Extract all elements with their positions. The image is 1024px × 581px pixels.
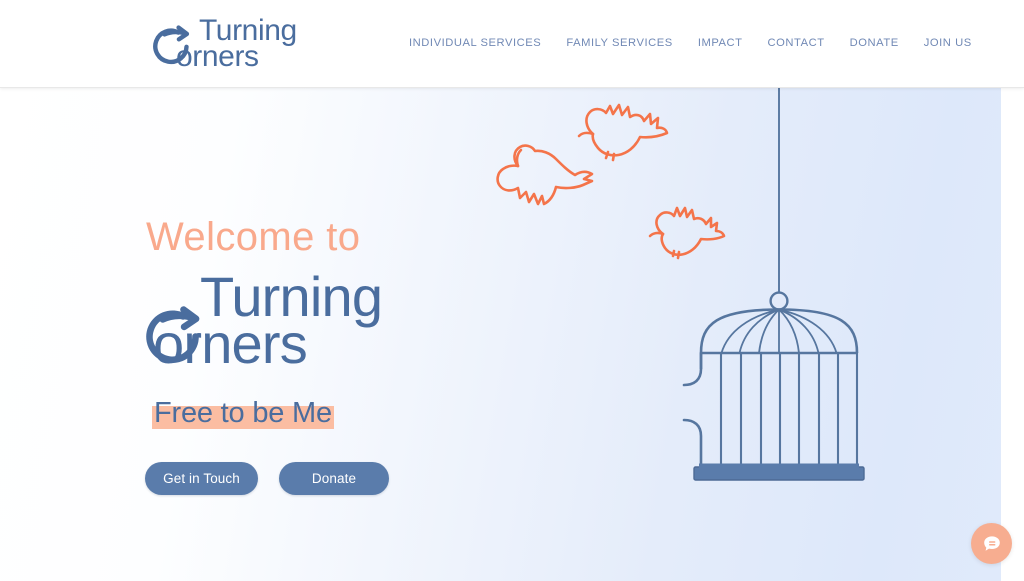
cage-base <box>693 466 865 481</box>
cage-hanging-ring <box>769 291 789 311</box>
birdcage-icon <box>682 308 865 481</box>
chat-widget-button[interactable] <box>971 523 1012 564</box>
nav-item-impact[interactable]: IMPACT <box>698 37 743 49</box>
nav-item-donate[interactable]: DONATE <box>850 37 899 49</box>
hero-buttons: Get in Touch Donate <box>145 462 564 496</box>
nav-item-family-services[interactable]: FAMILY SERVICES <box>566 37 673 49</box>
bird-icon <box>496 144 594 206</box>
get-in-touch-button[interactable]: Get in Touch <box>145 462 258 496</box>
hero-tagline: Free to be Me <box>154 397 332 429</box>
hero-welcome-text: Welcome to <box>146 215 361 259</box>
brand-wordmark: Turning orners <box>155 15 297 73</box>
nav-item-individual-services[interactable]: INDIVIDUAL SERVICES <box>409 37 541 49</box>
brand-line-2: orners <box>176 39 259 73</box>
hero-logo: Turning orners <box>144 268 564 379</box>
nav-item-join-us[interactable]: JOIN US <box>924 37 972 49</box>
cage-door-upper-hook <box>682 351 703 387</box>
page-root: Turning orners INDIVIDUAL SERVICES FAMIL… <box>0 0 1024 581</box>
hero-logo-wordmark: Turning orners <box>144 268 383 371</box>
nav-item-contact[interactable]: CONTACT <box>768 37 825 49</box>
hero-copy: Welcome to Turning orners Free to be Me … <box>144 215 564 496</box>
hero-right-margin <box>1001 88 1024 581</box>
bird-icon <box>577 103 669 162</box>
site-header: Turning orners INDIVIDUAL SERVICES FAMIL… <box>0 0 1024 88</box>
brand-logo[interactable]: Turning orners <box>152 14 297 72</box>
chat-bubble-icon <box>983 535 1000 551</box>
donate-button[interactable]: Donate <box>279 462 389 496</box>
bird-icon <box>648 206 726 260</box>
hero-section: Welcome to Turning orners Free to be Me … <box>0 88 1001 581</box>
main-navigation: INDIVIDUAL SERVICES FAMILY SERVICES IMPA… <box>409 37 972 49</box>
hero-tagline-wrapper: Free to be Me <box>152 397 334 430</box>
cage-door-lower-hook <box>682 418 703 470</box>
